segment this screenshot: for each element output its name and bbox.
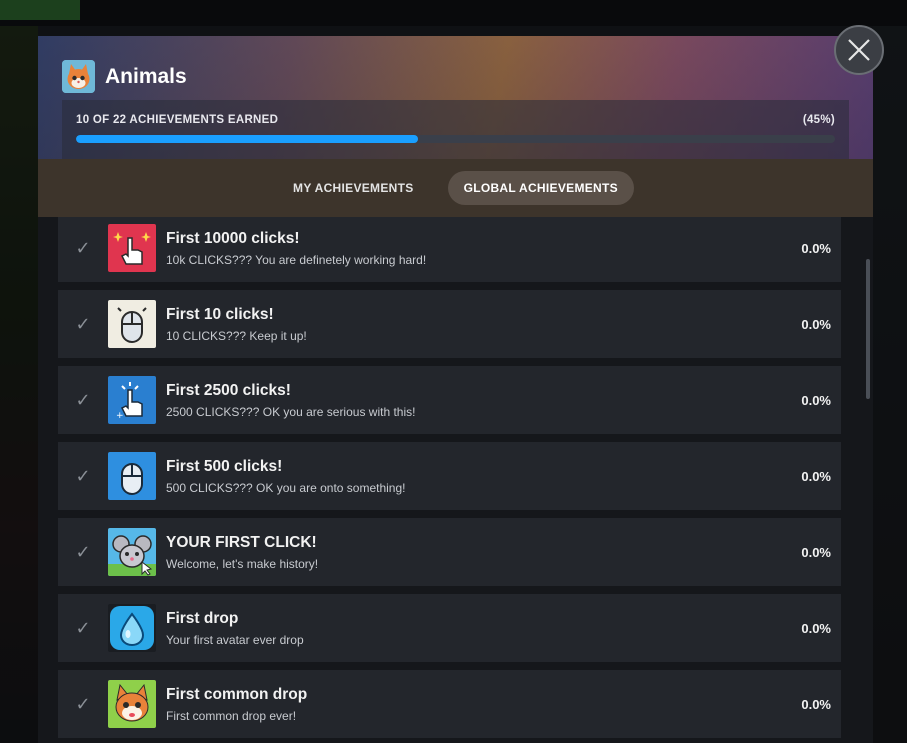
achievement-title: First 2500 clicks!: [166, 381, 291, 399]
achievement-title: First 10 clicks!: [166, 305, 274, 323]
mouse-animal-icon: [108, 528, 156, 576]
achievement-progress: 10 OF 22 ACHIEVEMENTS EARNED (45%): [62, 100, 849, 159]
achievement-title: First drop: [166, 609, 239, 627]
achievement-row[interactable]: ✓ First 10 clicks! 10 CLICKS??? Keep it …: [58, 290, 841, 358]
achievement-global-percent: 0.0%: [801, 240, 831, 256]
tabs-bar: MY ACHIEVEMENTS GLOBAL ACHIEVEMENTS: [38, 159, 873, 217]
achievement-description: 10k CLICKS??? You are definetely working…: [166, 252, 427, 267]
achievement-title: First common drop: [166, 685, 308, 703]
achievement-global-percent: 0.0%: [801, 316, 831, 332]
achievement-title: First 500 clicks!: [166, 457, 283, 475]
mouse-icon: [108, 452, 156, 500]
achievement-global-percent: 0.0%: [801, 544, 831, 560]
game-title-row: Animals: [62, 60, 187, 93]
cat-avatar-icon: [62, 60, 95, 93]
hand-click-icon: +: [108, 376, 156, 424]
achievement-global-percent: 0.0%: [801, 392, 831, 408]
tab-global-achievements[interactable]: GLOBAL ACHIEVEMENTS: [447, 171, 634, 205]
achievement-row[interactable]: ✓ First drop Your first avatar ever drop…: [58, 594, 841, 662]
checkmark-icon: ✓: [75, 617, 91, 638]
achievement-description: Your first avatar ever drop: [166, 632, 304, 647]
water-drop-icon: [108, 604, 156, 652]
achievement-description: 500 CLICKS??? OK you are onto something!: [166, 480, 406, 495]
progress-track: [76, 135, 835, 143]
modal-header: Animals 10 OF 22 ACHIEVEMENTS EARNED (45…: [38, 36, 873, 159]
checkmark-icon: ✓: [75, 389, 91, 410]
achievement-description: First common drop ever!: [166, 708, 297, 723]
achievements-list-area[interactable]: ✓ First 10000 clicks! 10k CLICKS??? You …: [38, 217, 873, 743]
svg-text:+: +: [116, 411, 124, 421]
game-title: Animals: [105, 64, 187, 88]
achievement-row[interactable]: ✓ First 10000 clicks! 10k CLICKS??? You …: [58, 217, 841, 282]
achievement-row[interactable]: ✓ YOUR FIRST CLICK! Welcome, let's make …: [58, 518, 841, 586]
checkmark-icon: ✓: [75, 465, 91, 486]
checkmark-icon: ✓: [75, 693, 91, 714]
progress-percent-label: (45%): [802, 114, 835, 126]
achievements-list: ✓ First 10000 clicks! 10k CLICKS??? You …: [58, 217, 841, 743]
achievement-description: Welcome, let's make history!: [166, 556, 319, 571]
checkmark-icon: ✓: [75, 313, 91, 334]
progress-earned-label: 10 OF 22 ACHIEVEMENTS EARNED: [76, 114, 279, 126]
hand-click-sparkle-icon: [108, 224, 156, 272]
achievement-row[interactable]: ✓ First 500 clicks! 500 CLICKS??? OK you…: [58, 442, 841, 510]
close-button[interactable]: [834, 25, 884, 75]
achievement-title: YOUR FIRST CLICK!: [166, 533, 317, 551]
list-scrollbar[interactable]: [866, 259, 870, 399]
mouse-icon: [108, 300, 156, 348]
progress-fill: [76, 135, 418, 143]
tab-my-achievements[interactable]: MY ACHIEVEMENTS: [277, 171, 430, 205]
checkmark-icon: ✓: [75, 541, 91, 562]
achievement-global-percent: 0.0%: [801, 620, 831, 636]
cat-avatar-icon: [108, 680, 156, 728]
achievement-global-percent: 0.0%: [801, 696, 831, 712]
achievement-global-percent: 0.0%: [801, 468, 831, 484]
achievement-row[interactable]: ✓ First common drop First common drop ev…: [58, 670, 841, 738]
close-icon: [848, 39, 870, 61]
achievement-description: 10 CLICKS??? Keep it up!: [166, 328, 307, 343]
achievement-row[interactable]: ✓ + First 2500 clicks! 2500 CLICKS??? OK…: [58, 366, 841, 434]
achievements-modal: Animals 10 OF 22 ACHIEVEMENTS EARNED (45…: [38, 36, 873, 743]
checkmark-icon: ✓: [75, 237, 91, 258]
achievement-description: 2500 CLICKS??? OK you are serious with t…: [166, 404, 416, 419]
achievement-title: First 10000 clicks!: [166, 229, 300, 247]
